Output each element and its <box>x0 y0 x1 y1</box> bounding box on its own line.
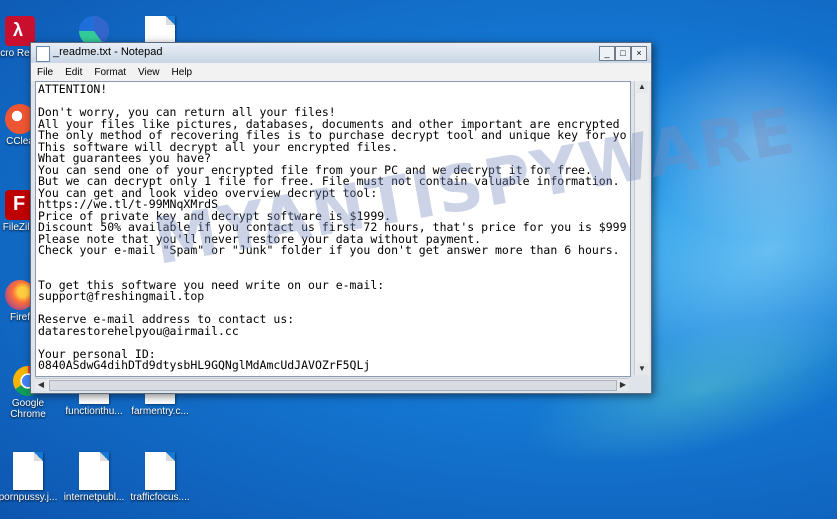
scroll-left-icon[interactable]: ◀ <box>35 379 47 391</box>
menu-edit[interactable]: Edit <box>59 67 88 78</box>
menu-help[interactable]: Help <box>166 67 199 78</box>
file-icon <box>13 452 43 490</box>
window-title: _readme.txt - Notepad <box>53 46 163 58</box>
horizontal-scrollbar[interactable]: ◀ ▶ <box>35 378 629 391</box>
scroll-up-icon[interactable]: ▲ <box>636 81 648 93</box>
scroll-right-icon[interactable]: ▶ <box>617 379 629 391</box>
desktop-icon-label: farmentry.c... <box>131 406 189 417</box>
menu-format[interactable]: Format <box>88 67 132 78</box>
text-editor[interactable]: ATTENTION! Don't worry, you can return a… <box>35 81 631 377</box>
ransom-note-text: ATTENTION! Don't worry, you can return a… <box>38 82 627 372</box>
file-icon <box>79 452 109 490</box>
menu-file[interactable]: File <box>31 67 59 78</box>
menu-view[interactable]: View <box>132 67 166 78</box>
desktop-icon-trafficfocus[interactable]: trafficfocus.... <box>128 452 192 503</box>
desktop-icon-internetpubl[interactable]: internetpubl... <box>62 452 126 503</box>
menu-bar: File Edit Format View Help <box>31 63 651 81</box>
notepad-icon <box>36 46 50 62</box>
maximize-button[interactable]: □ <box>615 46 631 61</box>
close-button[interactable]: × <box>631 46 647 61</box>
desktop-icon-label: functionthu... <box>65 406 123 417</box>
file-icon <box>145 452 175 490</box>
desktop-icon-label: Google Chrome <box>10 398 46 420</box>
desktop-icon-pornpussy[interactable]: pornpussy.j... <box>0 452 60 503</box>
scroll-down-icon[interactable]: ▼ <box>636 363 648 375</box>
horizontal-scroll-thumb[interactable] <box>49 380 617 391</box>
desktop-icon-label: internetpubl... <box>63 492 125 503</box>
minimize-button[interactable]: _ <box>599 46 615 61</box>
desktop-icon-label: pornpussy.j... <box>0 492 58 503</box>
vertical-scrollbar[interactable]: ▲ ▼ <box>634 81 649 375</box>
notepad-window[interactable]: _readme.txt - Notepad _ □ × File Edit Fo… <box>30 42 652 394</box>
window-titlebar[interactable]: _readme.txt - Notepad _ □ × <box>31 43 651 63</box>
desktop-icon-label: trafficfocus.... <box>130 492 190 503</box>
